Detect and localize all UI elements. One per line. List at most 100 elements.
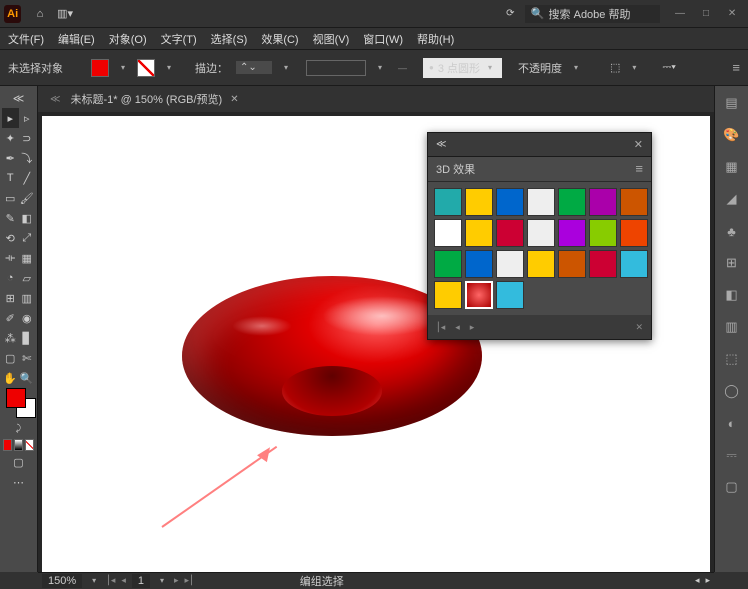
thumb-16[interactable]	[465, 250, 493, 278]
fill-dropdown-icon[interactable]: ▾	[117, 62, 129, 74]
sync-icon[interactable]: ⟳	[500, 3, 521, 25]
dock-artboards-icon[interactable]: ▢	[721, 476, 743, 498]
slice-tool[interactable]: ✄	[19, 348, 36, 368]
scale-tool[interactable]: ⤢	[19, 228, 36, 248]
type-tool[interactable]: T	[2, 168, 19, 188]
menu-help[interactable]: 帮助(H)	[417, 31, 454, 47]
arrange-icon[interactable]: ▥▾	[55, 3, 76, 25]
status-scroll-right[interactable]: ▸	[705, 575, 710, 586]
dock-layers-icon[interactable]: ▥	[721, 316, 743, 338]
edit-toolbar[interactable]: ⋯	[2, 472, 35, 492]
free-transform-tool[interactable]: ▦	[19, 248, 36, 268]
pen-tool[interactable]: ✒	[2, 148, 19, 168]
menu-edit[interactable]: 编辑(E)	[58, 31, 95, 47]
thumb-17[interactable]	[496, 250, 524, 278]
dock-transparency-icon[interactable]: ◧	[721, 284, 743, 306]
direct-selection-tool[interactable]: ▹	[19, 108, 36, 128]
collapse-icon[interactable]: ≪	[2, 88, 35, 108]
curvature-tool[interactable]: ⤵	[19, 148, 36, 168]
dock-asset-icon[interactable]: ⬚	[721, 348, 743, 370]
artboard-first[interactable]: ⎮◂	[106, 575, 115, 586]
thumb-7[interactable]	[620, 188, 648, 216]
color-mode-solid[interactable]	[3, 439, 12, 451]
menu-file[interactable]: 文件(F)	[8, 31, 44, 47]
document-tab[interactable]: 未标题-1* @ 150% (RGB/预览) ✕	[70, 91, 238, 107]
dock-graphic-styles-icon[interactable]: ◐	[721, 412, 743, 434]
panel-nav-first[interactable]: ⎮◂	[436, 322, 445, 333]
thumb-10[interactable]	[496, 219, 524, 247]
shape-builder-tool[interactable]: ◔	[2, 268, 19, 288]
tab-nav-icon[interactable]: ≪	[50, 94, 60, 105]
thumb-4[interactable]	[527, 188, 555, 216]
panel-nav-delete[interactable]: ✕	[635, 322, 643, 333]
swap-fill-stroke[interactable]: ⤸	[2, 418, 35, 438]
graph-tool[interactable]: ▊	[19, 328, 36, 348]
dock-links-icon[interactable]: ⎓	[721, 444, 743, 466]
stroke-dropdown-icon[interactable]: ▾	[163, 62, 175, 74]
panel-collapse-icon[interactable]: ≪	[436, 139, 446, 150]
dock-color-icon[interactable]: 🎨	[721, 124, 743, 146]
dock-appearance-icon[interactable]: ◯	[721, 380, 743, 402]
thumb-22[interactable]	[434, 281, 462, 309]
thumb-21[interactable]	[620, 250, 648, 278]
minimize-button[interactable]: —	[668, 4, 692, 24]
style-icon[interactable]: ⬚	[610, 61, 620, 74]
close-button[interactable]: ✕	[720, 4, 744, 24]
thumb-19[interactable]	[558, 250, 586, 278]
color-mode-none[interactable]	[25, 439, 34, 451]
fill-swatch[interactable]	[91, 59, 109, 77]
menu-select[interactable]: 选择(S)	[211, 31, 248, 47]
panel-menu[interactable]: ≡	[635, 161, 643, 176]
thumb-15[interactable]	[434, 250, 462, 278]
panel-menu-icon[interactable]: ≡	[732, 60, 740, 75]
paintbrush-tool[interactable]: 🖌	[19, 188, 36, 208]
style-dropdown[interactable]: ▾	[628, 62, 640, 74]
home-icon[interactable]: ⌂	[29, 3, 50, 25]
thumb-18[interactable]	[527, 250, 555, 278]
pref-icon[interactable]: ⎓▾	[662, 61, 675, 74]
blend-tool[interactable]: ◉	[19, 308, 36, 328]
rotate-tool[interactable]: ⟲	[2, 228, 19, 248]
dock-swatches-icon[interactable]: ▦	[721, 156, 743, 178]
width-tool[interactable]: ⟛	[2, 248, 19, 268]
artboard-last[interactable]: ▸⎮	[185, 575, 194, 586]
zoom-field[interactable]: 150%	[42, 574, 82, 588]
artboard-prev[interactable]: ◂	[121, 575, 126, 586]
menu-effect[interactable]: 效果(C)	[261, 31, 298, 47]
thumb-23-selected[interactable]	[465, 281, 493, 309]
stroke-swatch[interactable]	[137, 59, 155, 77]
menu-type[interactable]: 文字(T)	[161, 31, 197, 47]
dock-properties-icon[interactable]: ▤	[721, 92, 743, 114]
panel-nav-prev[interactable]: ◂	[455, 322, 460, 333]
thumb-2[interactable]	[465, 188, 493, 216]
thumb-13[interactable]	[589, 219, 617, 247]
menu-window[interactable]: 窗口(W)	[363, 31, 403, 47]
thumb-12[interactable]	[558, 219, 586, 247]
selection-tool[interactable]: ▸	[2, 108, 19, 128]
perspective-tool[interactable]: ▱	[19, 268, 36, 288]
eyedropper-tool[interactable]: ✐	[2, 308, 19, 328]
brush-dropdown[interactable]: ▾	[374, 62, 386, 74]
thumb-11[interactable]	[527, 219, 555, 247]
dock-stroke-icon[interactable]: ◢	[721, 188, 743, 210]
line-tool[interactable]: ╱	[19, 168, 36, 188]
thumb-5[interactable]	[558, 188, 586, 216]
thumb-1[interactable]	[434, 188, 462, 216]
opacity-dropdown[interactable]: ▾	[570, 62, 582, 74]
artboard-next[interactable]: ▸	[174, 575, 179, 586]
menu-object[interactable]: 对象(O)	[109, 31, 147, 47]
stroke-weight-dropdown[interactable]: ▾	[280, 62, 292, 74]
mesh-tool[interactable]: ⊞	[2, 288, 19, 308]
panel-tab-3d[interactable]: 3D 效果 ≡	[428, 157, 651, 182]
artboard-field[interactable]: 1	[132, 574, 150, 588]
symbol-sprayer-tool[interactable]: ⁂	[2, 328, 19, 348]
artboard-dropdown[interactable]: ▾	[156, 575, 168, 587]
menu-view[interactable]: 视图(V)	[313, 31, 350, 47]
thumb-3[interactable]	[496, 188, 524, 216]
zoom-dropdown[interactable]: ▾	[88, 575, 100, 587]
thumb-6[interactable]	[589, 188, 617, 216]
panel-close-icon[interactable]: ✕	[634, 138, 643, 151]
hand-tool[interactable]: ✋	[2, 368, 19, 388]
maximize-button[interactable]: □	[694, 4, 718, 24]
dash-icon[interactable]: —	[398, 63, 407, 73]
